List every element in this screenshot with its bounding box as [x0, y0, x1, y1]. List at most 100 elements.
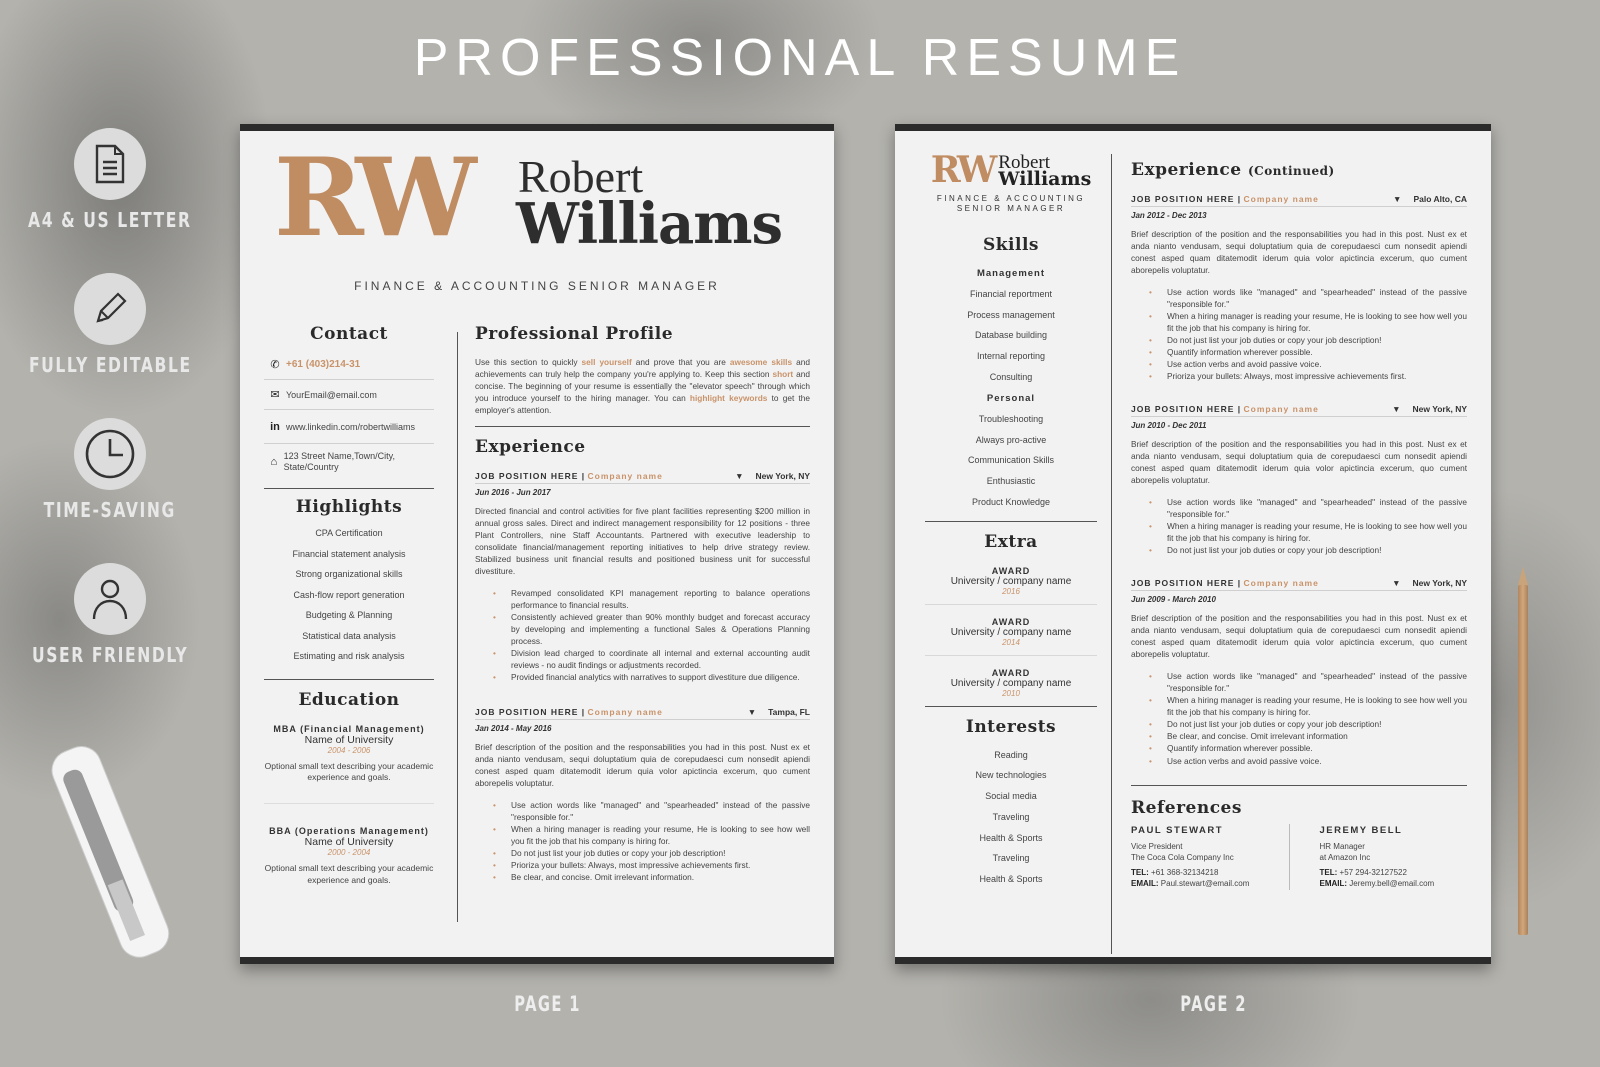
award-item: AWARD University / company name 2014	[925, 605, 1097, 656]
reference-email[interactable]: Jeremy.bell@email.com	[1349, 879, 1434, 888]
skill-item: Enthusiastic	[986, 476, 1036, 487]
bullet-item: Use action words like "managed" and "spe…	[1149, 670, 1467, 694]
last-name: Williams	[998, 167, 1092, 190]
divider	[1131, 784, 1467, 786]
email-value[interactable]: YourEmail@email.com	[286, 390, 377, 400]
skill-item: Internal reporting	[976, 351, 1046, 362]
interest-item: Health & Sports	[979, 873, 1043, 884]
award-item: AWARD University / company name 2010	[925, 656, 1097, 707]
job-header: JOB POSITION HERE | Company name ▼ Palo A…	[1131, 194, 1467, 207]
reference-item: JEREMY BELL HR Manager at Amazon Inc TEL…	[1290, 824, 1468, 890]
job-location: Tampa, FL	[768, 707, 810, 718]
location-pin-icon: ▼	[735, 471, 744, 482]
bullet-item: When a hiring manager is reading your re…	[1149, 310, 1467, 334]
last-name: Williams	[516, 191, 783, 257]
skill-category: Management	[976, 267, 1046, 279]
resume-page-2: RW Robert Williams FINANCE & ACCOUNTING S…	[895, 124, 1491, 964]
location-pin-icon: ▼	[1393, 194, 1402, 204]
location-pin-icon: ▼	[747, 707, 757, 718]
job-entry: JOB POSITION HERE | Company name ▼ New Yo…	[475, 471, 810, 683]
bullet-item: Use action words like "managed" and "spe…	[1149, 286, 1467, 310]
page-top-bar	[240, 124, 834, 131]
reference-tel: +57 294-32127522	[1339, 868, 1407, 878]
job-entry: JOB POSITION HERE | Company name ▼ New Yo…	[1131, 578, 1467, 767]
highlights-heading: Highlights	[295, 497, 403, 517]
bullet-item: Prioriza your bullets: Always, most impr…	[1149, 370, 1467, 382]
monogram: RW	[930, 149, 998, 191]
interest-item: Traveling	[992, 853, 1030, 864]
education-desc: Optional small text describing your acad…	[264, 863, 434, 885]
highlight-item: Strong organizational skills	[295, 569, 403, 579]
job-bullets: Revamped consolidated KPI management rep…	[493, 587, 810, 683]
job-title-line: SENIOR MANAGER	[956, 204, 1066, 214]
degree: BBA (Operations Management)	[269, 826, 429, 837]
job-description: Brief description of the position and th…	[1131, 229, 1467, 276]
contact-phone: ✆ +61 (403)214-31	[264, 350, 434, 380]
pencil-decoration	[1518, 567, 1528, 935]
right-column: Professional Profile Use this section to…	[475, 324, 810, 883]
highlights-list: CPA Certification Financial statement an…	[264, 523, 434, 667]
references-heading: References	[1131, 797, 1242, 818]
divider	[264, 803, 434, 805]
skill-item: Always pro-active	[975, 434, 1047, 445]
education-heading: Education	[298, 689, 400, 710]
education-desc: Optional small text describing your acad…	[264, 760, 434, 782]
skill-item: Troubleshooting	[978, 413, 1044, 424]
job-entry: JOB POSITION HERE | Company name ▼ Palo A…	[1131, 194, 1467, 382]
interest-item: Health & Sports	[979, 832, 1043, 843]
experience-continued-heading: Experience (Continued)	[1131, 160, 1467, 180]
job-title: FINANCE & ACCOUNTING SENIOR MANAGER	[925, 194, 1097, 215]
highlight-item: CPA Certification	[315, 528, 383, 538]
highlight-item: Financial statement analysis	[292, 548, 406, 559]
linkedin-value[interactable]: www.linkedin.com/robertwilliams	[286, 422, 415, 432]
job-description: Directed financial and control activitie…	[475, 506, 810, 577]
bullet-item: Consistently achieved greater than 90% m…	[493, 611, 810, 647]
divider	[264, 488, 434, 489]
job-location: Palo Alto, CA	[1413, 194, 1467, 204]
feature-label: A4 & US LETTER	[28, 208, 192, 232]
bullet-item: When a hiring manager is reading your re…	[1149, 694, 1467, 718]
job-position: JOB POSITION HERE |	[475, 707, 586, 718]
feature-label: FULLY EDITABLE	[28, 353, 192, 377]
envelope-icon: ✉	[270, 389, 280, 401]
highlight-keyword: sell yourself	[581, 357, 632, 367]
user-icon	[74, 563, 146, 635]
references-list: PAUL STEWART Vice President The Coca Col…	[1131, 823, 1468, 890]
job-bullets: Use action words like "managed" and "spe…	[1149, 496, 1467, 556]
feature-label: TIME-SAVING	[43, 498, 177, 522]
award-title: AWARD	[991, 565, 1031, 576]
column-divider	[457, 332, 458, 922]
job-position: JOB POSITION HERE |	[475, 471, 586, 482]
skill-item: Communication Skills	[967, 455, 1055, 466]
skill-item: Consulting	[989, 371, 1033, 382]
highlight-item: Estimating and risk analysis	[293, 651, 405, 661]
job-position: JOB POSITION HERE |	[1131, 404, 1242, 415]
home-icon: ⌂	[270, 456, 278, 468]
page-2-label: PAGE 2	[1180, 992, 1247, 1016]
reference-company: at Amazon Inc	[1319, 853, 1371, 862]
left-column: RW Robert Williams FINANCE & ACCOUNTING S…	[925, 152, 1097, 890]
job-description: Brief description of the position and th…	[1131, 613, 1467, 660]
experience-heading: Experience	[475, 437, 586, 458]
feature-list: A4 & US LETTER FULLY EDITABLE TIME-SAVIN…	[28, 128, 192, 708]
feature-time-saving: TIME-SAVING	[30, 418, 190, 563]
job-entry: JOB POSITION HERE | Company name ▼ Tampa,…	[475, 707, 810, 883]
email-label: EMAIL:	[1131, 879, 1159, 889]
years: 2000 - 2004	[327, 848, 371, 858]
job-title: FINANCE & ACCOUNTING SENIOR MANAGER	[354, 279, 720, 293]
bullet-item: Provided financial analytics with narrat…	[493, 671, 810, 683]
job-dates: Jun 2010 - Dec 2011	[1131, 421, 1207, 431]
bullet-item: Use action words like "managed" and "spe…	[1149, 496, 1467, 520]
pencil-icon	[74, 273, 146, 345]
job-dates: Jun 2016 - Jun 2017	[475, 488, 551, 498]
skill-category: Personal	[986, 392, 1036, 404]
skill-item: Product Knowledge	[971, 496, 1051, 507]
clock-icon	[74, 418, 146, 490]
years: 2004 - 2006	[327, 745, 371, 755]
page-bottom-bar	[240, 957, 834, 964]
phone-icon: ✆	[270, 359, 280, 371]
award-title: AWARD	[991, 667, 1031, 678]
reference-email[interactable]: Paul.stewart@email.com	[1161, 879, 1250, 888]
bullet-item: Division lead charged to coordinate all …	[493, 647, 810, 671]
bullet-item: Be clear, and concise. Omit irrelevant i…	[1149, 730, 1467, 742]
